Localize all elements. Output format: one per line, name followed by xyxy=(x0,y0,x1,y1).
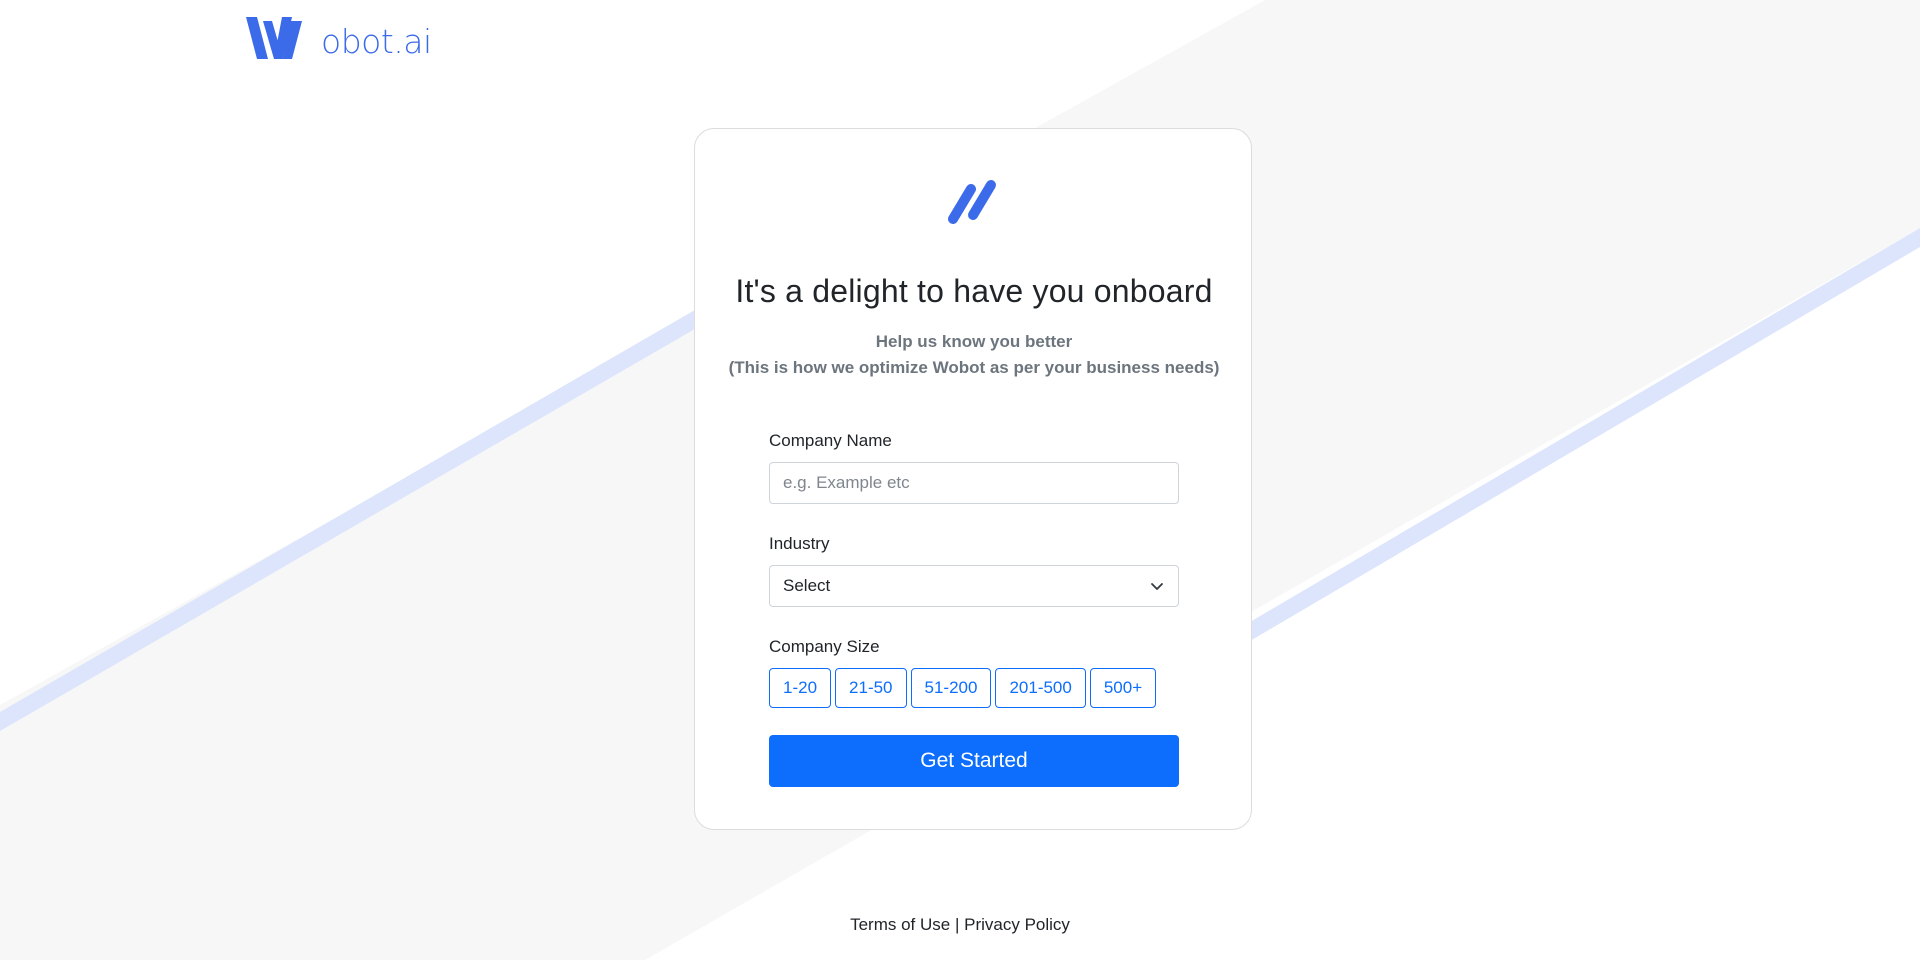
industry-selected-value: Select xyxy=(783,576,831,595)
get-started-button[interactable]: Get Started xyxy=(769,735,1179,787)
subtitle-line-2: (This is how we optimize Wobot as per yo… xyxy=(728,358,1220,377)
wobot-mark-icon xyxy=(948,180,996,224)
wobot-logo-mark-icon xyxy=(246,17,302,59)
company-size-option-201-500[interactable]: 201-500 xyxy=(995,668,1086,708)
company-size-option-51-200[interactable]: 51-200 xyxy=(910,668,992,708)
company-size-options: 1-20 21-50 51-200 201-500 500+ xyxy=(769,668,1179,708)
company-name-label: Company Name xyxy=(769,431,892,450)
footer-separator: | xyxy=(954,915,960,934)
company-size-label: Company Size xyxy=(769,637,880,656)
onboarding-card: It's a delight to have you onboard Help … xyxy=(694,128,1252,830)
page-title: It's a delight to have you onboard xyxy=(735,273,1213,309)
company-name-input[interactable] xyxy=(769,462,1179,504)
wobot-logo[interactable]: obot.ai xyxy=(246,14,432,62)
onboarding-form: Company Name Industry Select Company Siz… xyxy=(769,431,1179,787)
industry-select[interactable]: Select xyxy=(769,565,1179,607)
page-subtitle: Help us know you better (This is how we … xyxy=(695,329,1253,381)
subtitle-line-1: Help us know you better xyxy=(875,332,1073,351)
privacy-policy-link[interactable]: Privacy Policy xyxy=(964,915,1070,934)
footer-links: Terms of Use | Privacy Policy xyxy=(0,915,1920,935)
terms-of-use-link[interactable]: Terms of Use xyxy=(850,915,950,934)
company-size-option-1-20[interactable]: 1-20 xyxy=(769,668,832,708)
company-size-option-21-50[interactable]: 21-50 xyxy=(835,668,907,708)
company-size-option-500-plus[interactable]: 500+ xyxy=(1089,668,1157,708)
chevron-down-icon xyxy=(1151,583,1163,590)
logo-text: obot.ai xyxy=(321,21,432,61)
onboarding-page: obot.ai It's a delight to have you onboa… xyxy=(0,0,1920,960)
industry-label: Industry xyxy=(769,534,830,553)
